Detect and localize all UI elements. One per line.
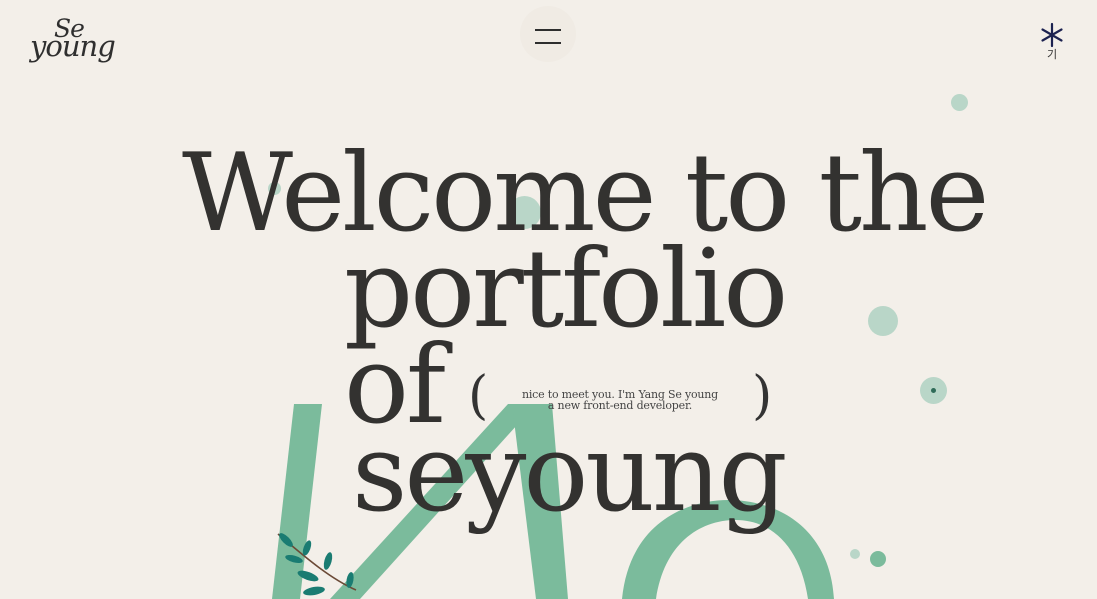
leaf-branch-icon — [277, 533, 357, 596]
intro-line-2: a new front-end developer. — [547, 399, 693, 412]
intro-text: nice to meet you. I'm Yang Se young a ne… — [500, 389, 740, 411]
paren-left: ( — [468, 366, 489, 426]
hero-headline: Welcome to the portfolio of seyoung — [0, 0, 1097, 599]
paren-right: ) — [752, 366, 773, 426]
headline-line-4: seyoung — [352, 411, 788, 536]
